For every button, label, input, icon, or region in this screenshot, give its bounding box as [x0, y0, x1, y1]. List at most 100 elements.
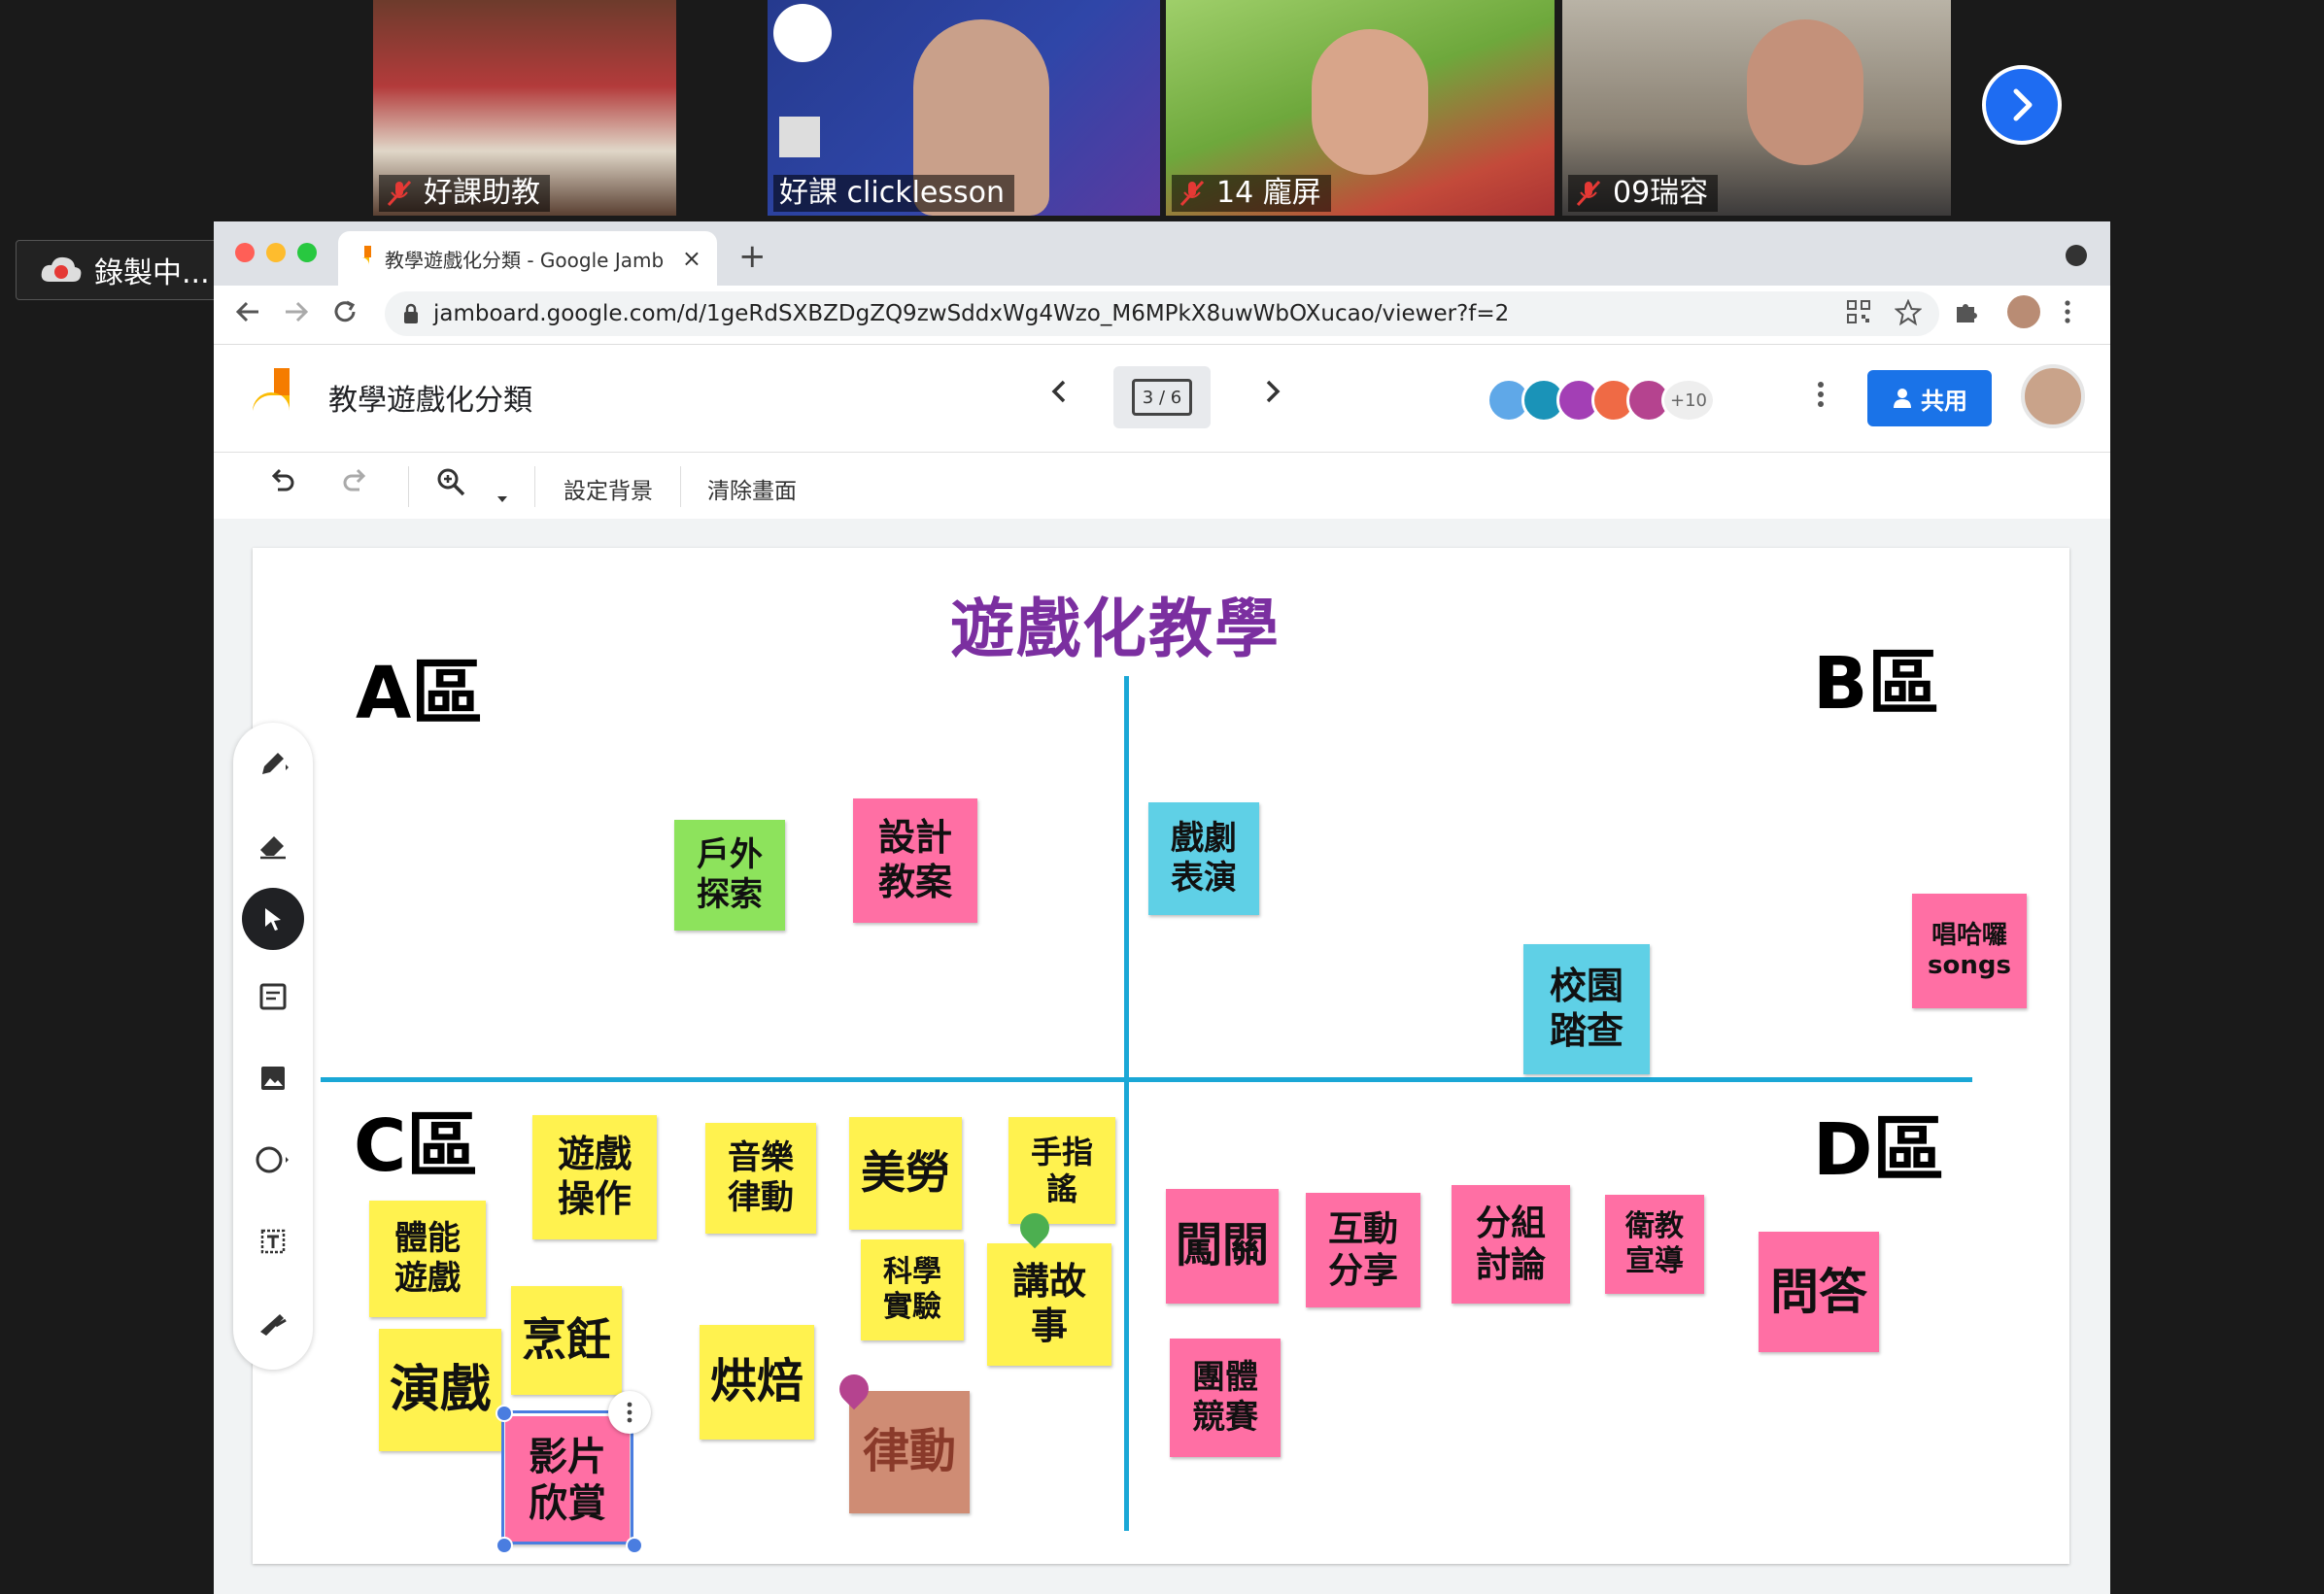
jam-frame[interactable]: 遊戲化教學 A區 B區 C區 D區 戶外 探索 設計 教案 戲劇 表演 校園 踏… — [253, 548, 2069, 1564]
qr-code-icon[interactable] — [1846, 299, 1871, 331]
browser-window: 教學遊戲化分類 - Google Jamb × + jamboard.googl… — [214, 221, 2110, 1594]
zone-a-label[interactable]: A區 — [356, 635, 483, 739]
tab-search-icon[interactable] — [2066, 245, 2087, 266]
tab-close-button[interactable]: × — [682, 245, 701, 272]
mic-muted-icon — [385, 179, 414, 208]
sticky-note[interactable]: 衛教 宣導 — [1605, 1195, 1704, 1294]
next-participants-button[interactable] — [1982, 65, 2062, 145]
text-box-tool-icon[interactable] — [233, 1210, 313, 1272]
undo-icon[interactable] — [268, 466, 297, 503]
back-arrow-icon[interactable] — [233, 297, 262, 334]
frame-counter: 3 / 6 — [1132, 379, 1192, 416]
extensions-puzzle-icon[interactable] — [1953, 299, 1978, 331]
selection-handle[interactable] — [626, 1537, 643, 1554]
sticky-note-tool-icon[interactable] — [233, 966, 313, 1028]
sticky-note[interactable]: 遊戲 操作 — [532, 1115, 657, 1239]
sticky-note[interactable]: 團體 競賽 — [1170, 1339, 1281, 1457]
selection-handle[interactable] — [496, 1405, 513, 1422]
sticky-note[interactable]: 手指 謠 — [1008, 1117, 1115, 1224]
participant-name-label: 09瑞容 — [1568, 175, 1719, 212]
toolbar-divider — [534, 466, 535, 507]
url-text: jamboard.google.com/d/1geRdSXBZDgZQ9zwSd… — [433, 301, 1510, 326]
image-tool-icon[interactable] — [233, 1047, 313, 1109]
zoom-dropdown-icon[interactable] — [496, 478, 509, 512]
zoom-icon[interactable] — [435, 466, 466, 505]
pen-tool-icon[interactable] — [233, 732, 313, 795]
tab-title: 教學遊戲化分類 - Google Jamb — [385, 248, 665, 272]
zoom-window-button[interactable] — [297, 243, 317, 262]
selection-handle[interactable] — [496, 1537, 513, 1554]
jam-title[interactable]: 教學遊戲化分類 — [328, 376, 532, 419]
person-add-icon — [1894, 389, 1911, 408]
sticky-note[interactable]: 講故 事 — [987, 1243, 1111, 1366]
eraser-tool-icon[interactable] — [233, 814, 313, 876]
next-frame-button[interactable] — [1259, 374, 1286, 418]
horizontal-axis-line[interactable] — [321, 1077, 1972, 1082]
tab-bar: 教學遊戲化分類 - Google Jamb × + — [214, 221, 2110, 286]
sticky-note[interactable]: 唱哈囉 songs — [1912, 894, 2027, 1008]
close-window-button[interactable] — [235, 243, 255, 262]
frame-indicator[interactable]: 3 / 6 — [1113, 366, 1211, 428]
sticky-note[interactable]: 校園 踏查 — [1523, 944, 1650, 1074]
sticky-note[interactable]: 體能 遊戲 — [369, 1201, 486, 1317]
tab-jamboard[interactable]: 教學遊戲化分類 - Google Jamb × — [338, 231, 717, 286]
minimize-window-button[interactable] — [266, 243, 286, 262]
account-avatar[interactable] — [2021, 364, 2085, 428]
reload-icon[interactable] — [330, 297, 359, 334]
lock-icon — [404, 303, 418, 323]
vertical-axis-line[interactable] — [1124, 676, 1129, 1531]
redo-icon[interactable] — [340, 466, 369, 503]
sticky-note[interactable]: 戶外 探索 — [674, 820, 785, 931]
sticky-note[interactable]: 問答 — [1759, 1232, 1879, 1352]
previous-frame-button[interactable] — [1045, 374, 1073, 418]
more-options-icon[interactable] — [1817, 380, 1825, 417]
sticky-note[interactable]: 互動 分享 — [1306, 1193, 1420, 1307]
sticky-note[interactable]: 烹飪 — [511, 1286, 622, 1395]
sticky-note[interactable]: 設計 教案 — [853, 798, 977, 923]
note-options-icon[interactable] — [608, 1391, 651, 1434]
sticky-note[interactable]: 闖關 — [1166, 1189, 1279, 1304]
clear-frame-button[interactable]: 清除畫面 — [707, 472, 797, 505]
participant-tile-3[interactable]: 14 龐屏 — [1166, 0, 1555, 216]
recording-indicator[interactable]: 錄製中... — [16, 240, 222, 300]
forward-arrow-icon[interactable] — [282, 297, 311, 334]
set-background-button[interactable]: 設定背景 — [564, 472, 653, 505]
new-tab-button[interactable]: + — [738, 237, 767, 276]
browser-menu-kebab-icon[interactable] — [2064, 299, 2071, 331]
sticky-note[interactable]: 音樂 律動 — [705, 1123, 816, 1234]
participant-tile-2[interactable]: 好課 clicklesson — [768, 0, 1160, 216]
zone-c-label[interactable]: C區 — [354, 1088, 478, 1192]
participant-tile-4[interactable]: 09瑞容 — [1562, 0, 1951, 216]
sticky-note[interactable]: 演戲 — [379, 1329, 501, 1451]
sticky-note[interactable]: 分組 討論 — [1452, 1185, 1570, 1304]
sticky-note[interactable]: 律動 — [849, 1391, 970, 1513]
participant-name-label: 14 龐屏 — [1172, 175, 1331, 212]
browser-profile-avatar[interactable] — [2007, 295, 2040, 328]
cloud-record-icon — [40, 254, 83, 286]
collaborator-avatars[interactable]: +10 — [1487, 378, 1716, 423]
zone-b-label[interactable]: B區 — [1813, 626, 1939, 729]
laser-tool-icon[interactable] — [233, 1292, 313, 1354]
chevron-right-icon — [2013, 88, 2033, 121]
more-collaborators-badge: +10 — [1661, 378, 1716, 423]
bookmark-star-icon[interactable] — [1894, 298, 1923, 333]
participant-name-label: 好課 clicklesson — [773, 175, 1014, 212]
sticky-note[interactable]: 科學 實驗 — [861, 1239, 964, 1340]
drawing-toolbar — [233, 723, 313, 1370]
select-tool-icon[interactable] — [233, 888, 313, 950]
canvas-area: 遊戲化教學 A區 B區 C區 D區 戶外 探索 設計 教案 戲劇 表演 校園 踏… — [214, 519, 2110, 1594]
zone-d-label[interactable]: D區 — [1813, 1092, 1944, 1196]
jamboard-logo[interactable] — [253, 368, 293, 426]
url-field[interactable]: jamboard.google.com/d/1geRdSXBZDgZQ9zwSd… — [385, 291, 1939, 336]
mic-muted-icon — [1178, 179, 1207, 208]
shape-tool-icon[interactable] — [233, 1129, 313, 1191]
toolbar-divider — [408, 466, 409, 507]
share-button[interactable]: 共用 — [1867, 370, 1992, 426]
sticky-note[interactable]: 戲劇 表演 — [1148, 802, 1259, 915]
selection-box[interactable] — [501, 1410, 633, 1544]
sticky-note[interactable]: 烘焙 — [700, 1325, 814, 1440]
participant-tile-1[interactable]: 好課助教 — [373, 0, 676, 216]
sticky-note[interactable]: 美勞 — [849, 1117, 962, 1230]
mic-muted-icon — [1574, 179, 1603, 208]
board-title[interactable]: 遊戲化教學 — [950, 577, 1281, 670]
